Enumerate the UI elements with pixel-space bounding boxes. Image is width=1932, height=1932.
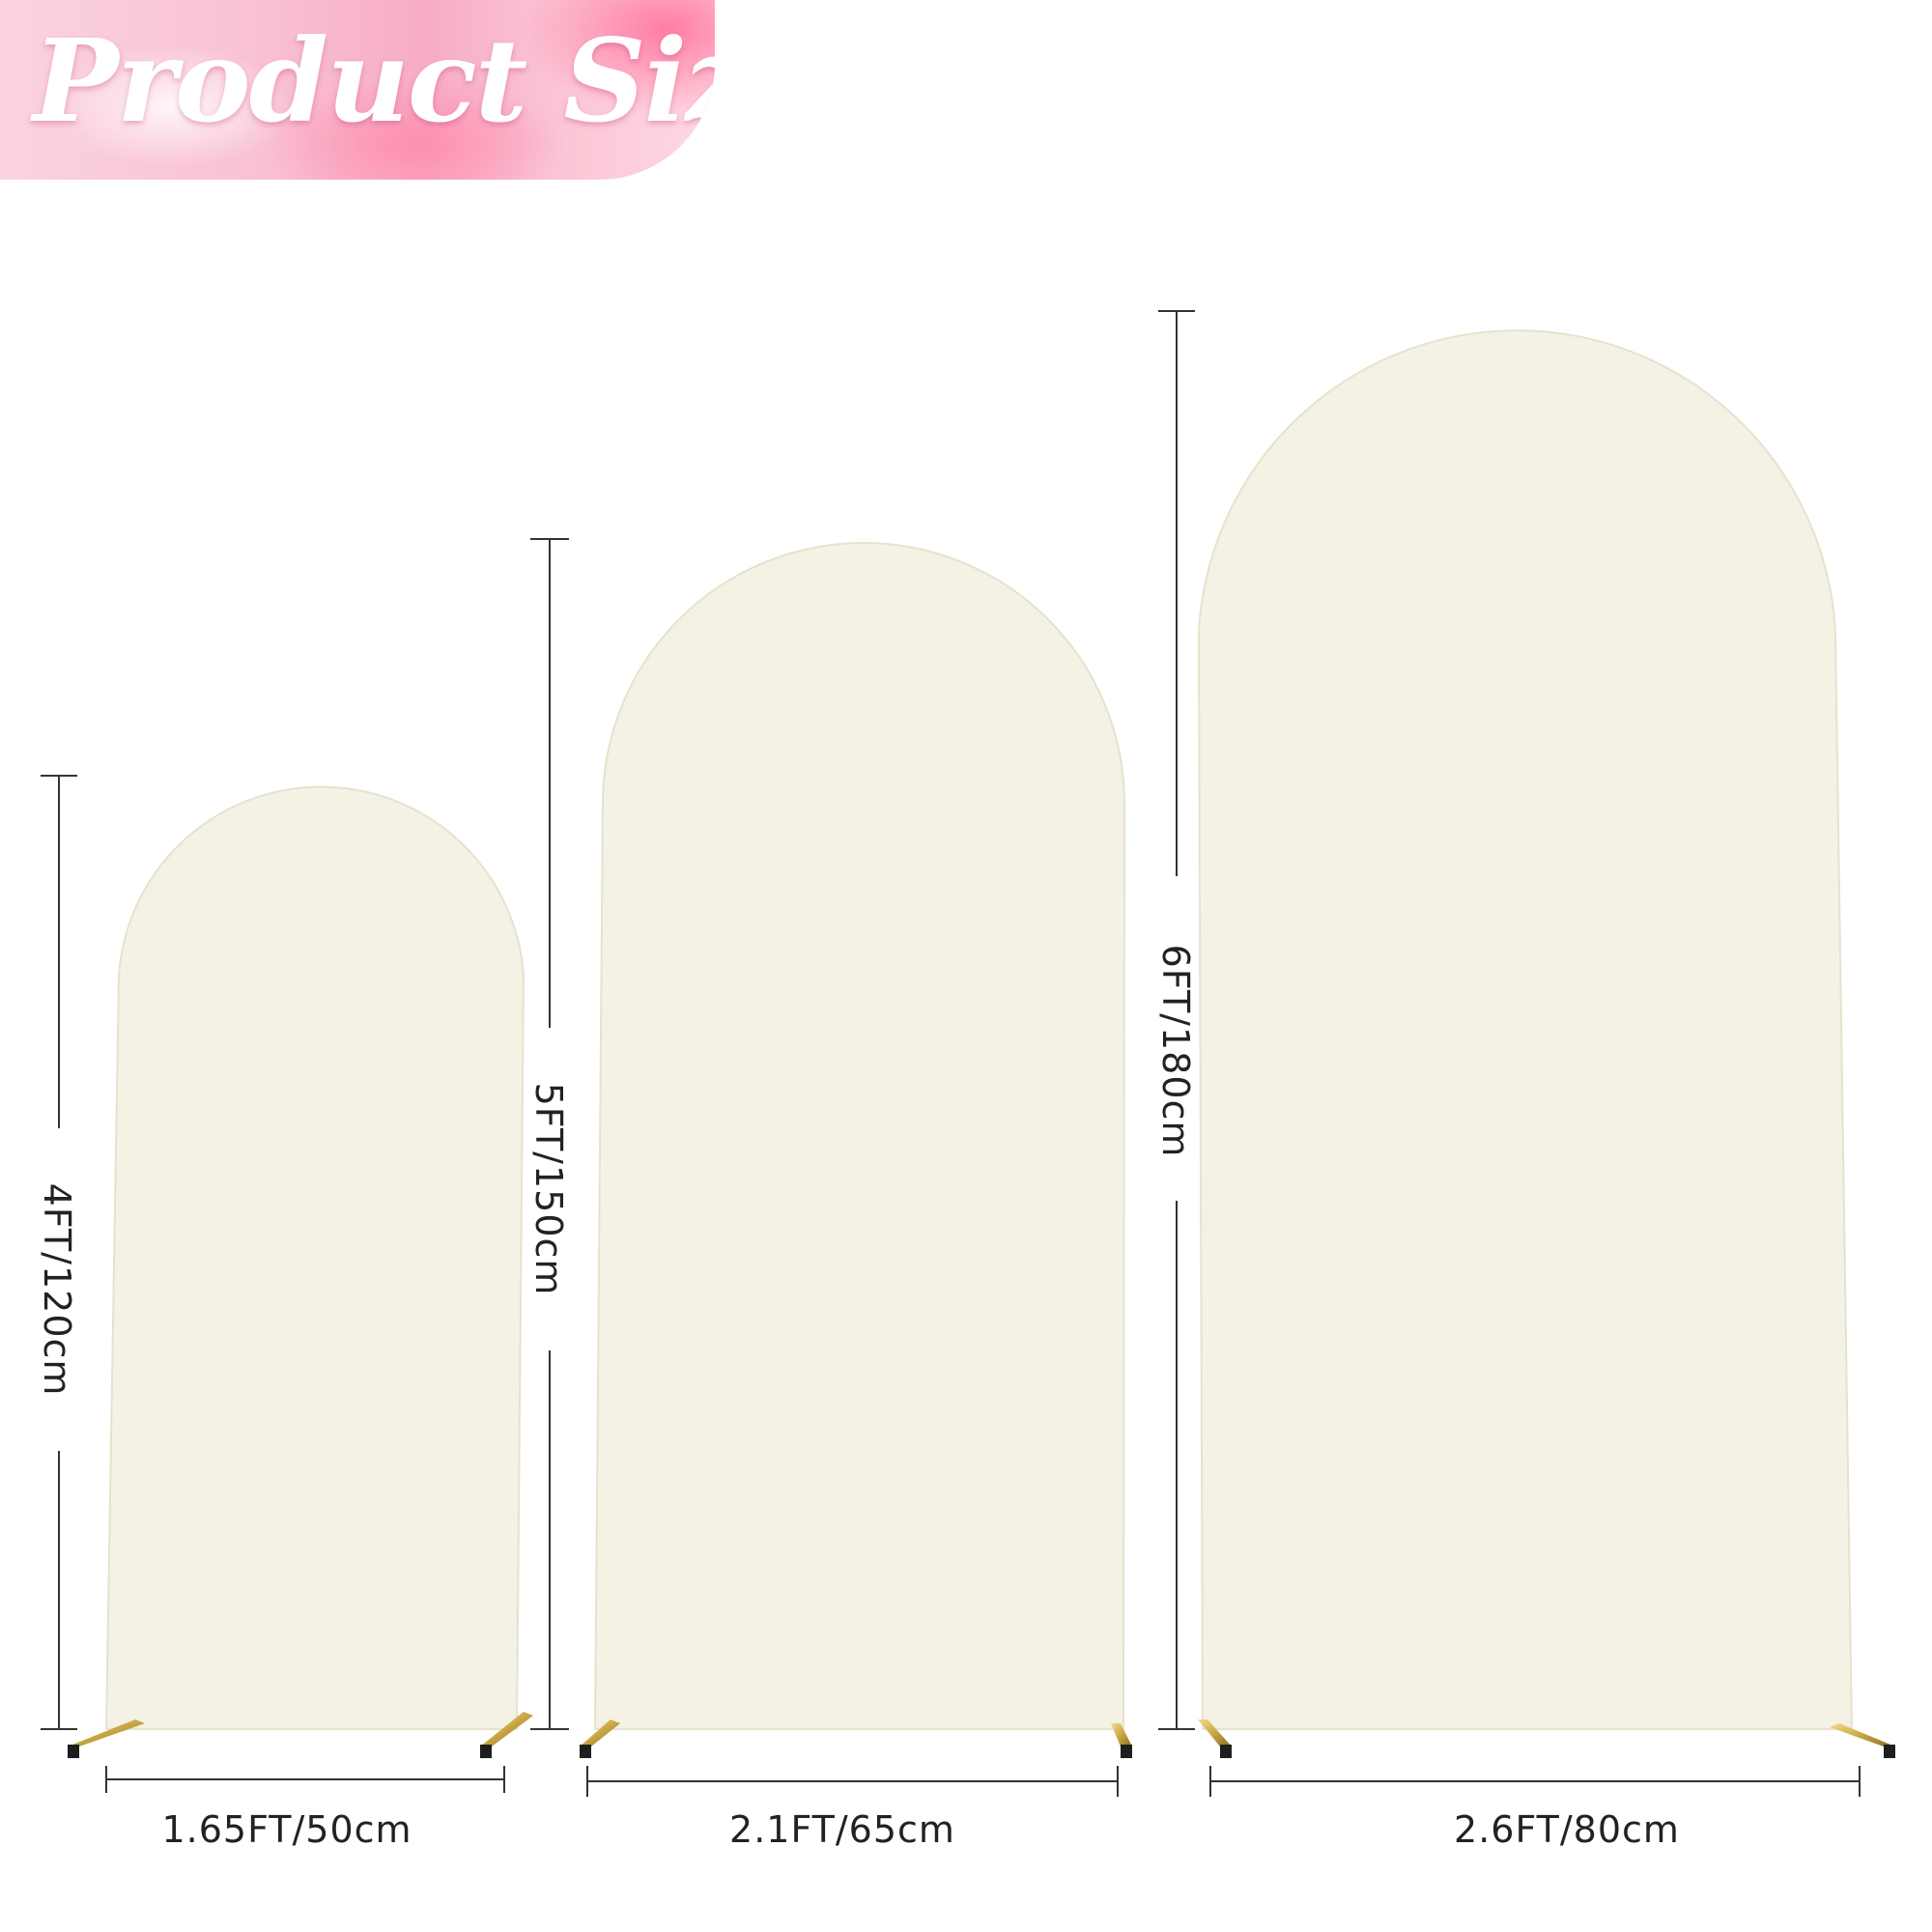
arch-large-panel: [1197, 329, 1854, 1730]
arch-large-width-dimension: [1209, 1766, 1861, 1797]
arch-large-height-label: 6FT/180cm: [1154, 945, 1197, 1158]
arch-large-width-label: 2.6FT/80cm: [1454, 1808, 1680, 1851]
arch-small-width-label: 1.65FT/50cm: [161, 1808, 412, 1851]
arch-medium: [580, 542, 1132, 1758]
arch-illustration: 4FT/120cm 1.65FT/50cm 5FT/150cm 2.1FT/65…: [36, 310, 1895, 1851]
arch-medium-width-label: 2.1FT/65cm: [729, 1808, 955, 1851]
arch-medium-stand-right: [1111, 1723, 1132, 1758]
arch-small-width-dimension: [105, 1766, 505, 1793]
arch-small-height-label: 4FT/120cm: [36, 1183, 78, 1397]
product-size-graphic: Product Size: [0, 0, 1932, 1932]
arch-large-stand-right: [1830, 1723, 1895, 1758]
arch-medium-width-dimension: [586, 1766, 1119, 1797]
arch-small-panel: [104, 785, 526, 1730]
arch-large: [1197, 329, 1895, 1758]
arch-medium-height-label: 5FT/150cm: [527, 1083, 570, 1296]
arch-small: [68, 785, 533, 1758]
arch-medium-panel: [593, 542, 1126, 1730]
